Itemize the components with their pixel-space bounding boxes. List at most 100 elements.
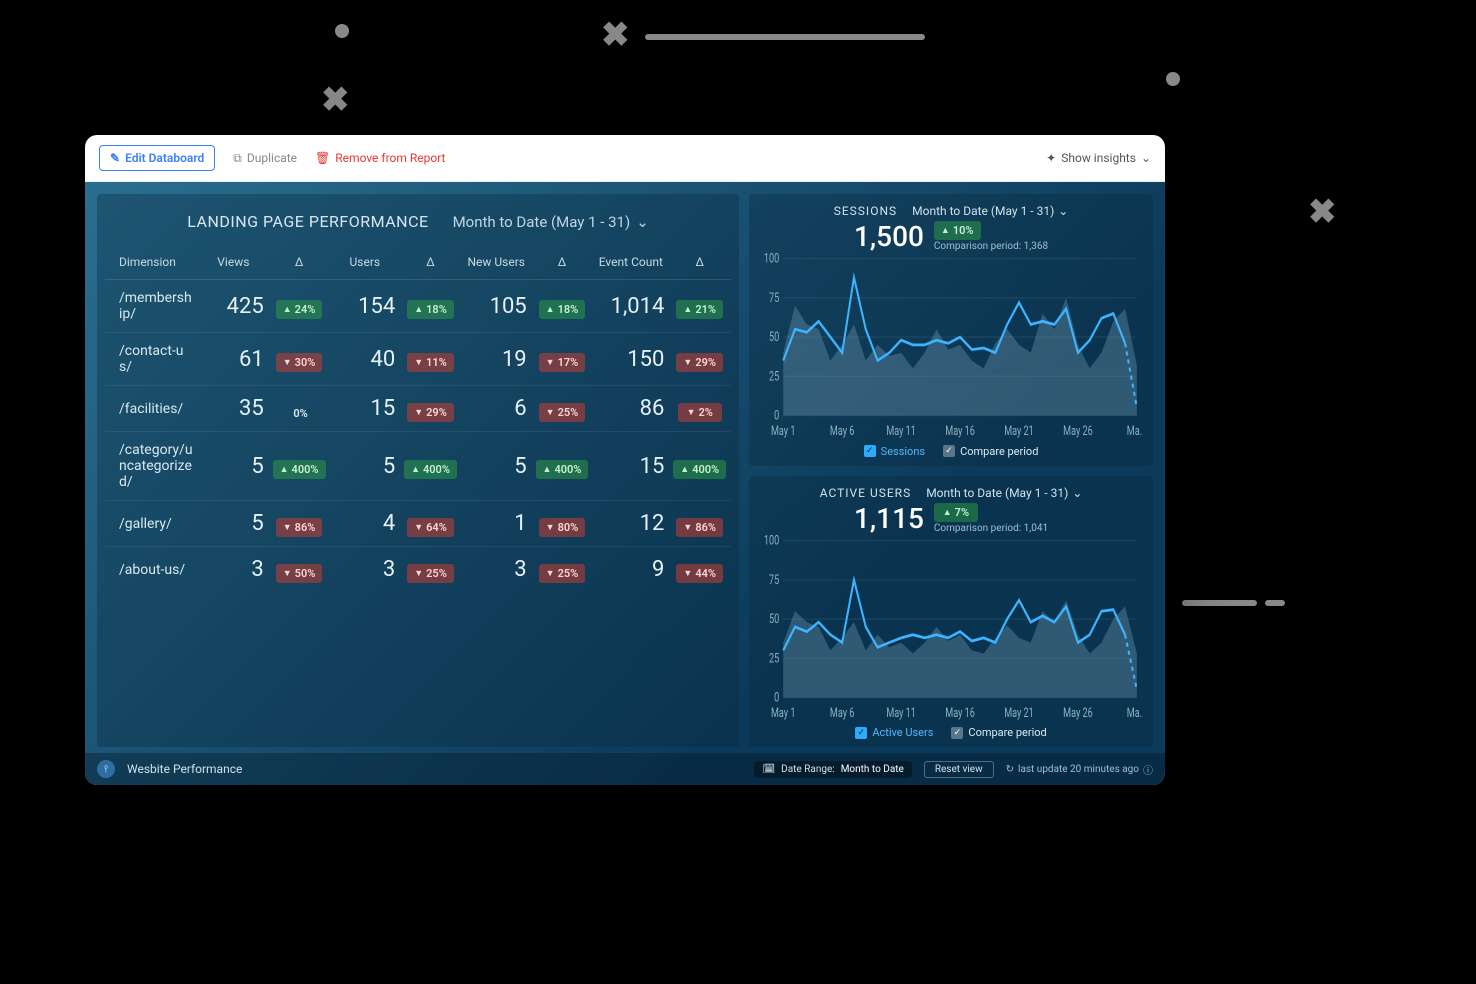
table-row: /contact-us/61▼30%40▼11%19▼17%150▼29% [105, 333, 731, 386]
delta-badge: ▼86% [276, 518, 323, 537]
checkbox-checked-icon: ✓ [864, 445, 876, 457]
cell-events-delta: ▼86% [668, 501, 731, 547]
table-date-range-selector[interactable]: Month to Date (May 1 - 31) ⌄ [453, 213, 649, 231]
table-row: /category/uncategorized/5▲400%5▲400%5▲40… [105, 432, 731, 501]
table-row: /membership/425▲24%154▲18%105▲18%1,014▲2… [105, 280, 731, 333]
dashboard-body: LANDING PAGE PERFORMANCE Month to Date (… [85, 182, 1165, 785]
cell-dimension: /facilities/ [105, 386, 199, 432]
delta-badge: ▲400% [273, 460, 326, 479]
sessions-legend-compare-toggle[interactable]: ✓ Compare period [943, 445, 1038, 458]
svg-text:May 21: May 21 [1004, 705, 1034, 720]
remove-from-report-button[interactable]: 🗑 Remove from Report [315, 151, 445, 165]
users-chart-title: ACTIVE USERS [820, 486, 912, 500]
delta-badge: ▼29% [676, 353, 723, 372]
footer-board-name: Wesbite Performance [127, 762, 242, 776]
users-chart-range-selector[interactable]: Month to Date (May 1 - 31) ⌄ [926, 486, 1082, 500]
th-event-count: Event Count [593, 249, 668, 280]
edit-label: Edit Databoard [125, 151, 204, 165]
th-users-delta: Δ [399, 249, 462, 280]
th-new-users: New Users [462, 249, 531, 280]
svg-text:May 16: May 16 [945, 705, 975, 720]
remove-label: Remove from Report [335, 151, 445, 165]
insights-label: Show insights [1061, 151, 1136, 165]
cell-new-users: 105 [462, 280, 531, 333]
cell-views-delta: ▲24% [268, 280, 331, 333]
landing-page-table-panel: LANDING PAGE PERFORMANCE Month to Date (… [97, 194, 739, 747]
th-dimension: Dimension [105, 249, 199, 280]
cell-views: 5 [199, 501, 268, 547]
info-icon: ⓘ [1143, 762, 1153, 777]
duplicate-label: Duplicate [247, 151, 297, 165]
svg-text:Ma...: Ma... [1127, 424, 1143, 439]
sessions-chart-title: SESSIONS [834, 204, 897, 218]
cell-views: 3 [199, 547, 268, 593]
show-insights-button[interactable]: ✦ Show insights ⌄ [1046, 151, 1151, 165]
cell-views: 35 [199, 386, 268, 432]
table-row: /gallery/5▼86%4▼64%1▼80%12▼86% [105, 501, 731, 547]
svg-text:May 11: May 11 [886, 705, 916, 720]
delta-badge: ▼30% [276, 353, 323, 372]
last-update-text: ↻ last update 20 minutes ago ⓘ [1006, 762, 1153, 777]
cell-users-delta: ▼25% [399, 547, 462, 593]
cell-new-users: 1 [462, 501, 531, 547]
dashboard-footer: ⫯ Wesbite Performance 🗓 Date Range: Mont… [85, 753, 1165, 785]
reset-view-button[interactable]: Reset view [924, 761, 994, 778]
edit-icon: ✎ [110, 151, 120, 165]
delta-badge: ▼17% [539, 353, 586, 372]
cell-dimension: /about-us/ [105, 547, 199, 593]
users-legend-primary-toggle[interactable]: ✓ Active Users [855, 726, 933, 739]
svg-text:May 1: May 1 [771, 705, 795, 720]
cell-users-delta: ▲18% [399, 280, 462, 333]
cell-event-count: 12 [593, 501, 668, 547]
svg-text:0: 0 [774, 408, 779, 423]
cell-dimension: /gallery/ [105, 501, 199, 547]
checkbox-checked-icon: ✓ [943, 445, 955, 457]
svg-text:May 26: May 26 [1063, 424, 1093, 439]
edit-databoard-button[interactable]: ✎ Edit Databoard [99, 145, 215, 171]
table-title: LANDING PAGE PERFORMANCE [187, 212, 428, 231]
delta-badge: ▲400% [536, 460, 589, 479]
cell-new-users: 3 [462, 547, 531, 593]
svg-text:0: 0 [774, 690, 779, 705]
cell-dimension: /membership/ [105, 280, 199, 333]
cell-views: 61 [199, 333, 268, 386]
checkbox-checked-icon: ✓ [855, 727, 867, 739]
chevron-down-icon: ⌄ [636, 213, 649, 231]
cell-new-users-delta: ▲400% [531, 432, 594, 501]
svg-text:75: 75 [769, 291, 779, 306]
cell-events-delta: ▼44% [668, 547, 731, 593]
table-row: /about-us/3▼50%3▼25%3▼25%9▼44% [105, 547, 731, 593]
copy-icon: ⧉ [233, 151, 242, 166]
users-legend-compare-toggle[interactable]: ✓ Compare period [951, 726, 1046, 739]
table-row: /facilities/350%15▼29%6▼25%86▼2% [105, 386, 731, 432]
users-value: 1,115 [854, 502, 924, 535]
delta-badge: ▲400% [404, 460, 457, 479]
th-views-delta: Δ [268, 249, 331, 280]
delta-badge: ▼29% [407, 403, 454, 422]
cell-views: 5 [199, 432, 268, 501]
th-new-users-delta: Δ [531, 249, 594, 280]
footer-date-range-selector[interactable]: 🗓 Date Range: Month to Date [754, 761, 911, 778]
th-users: Users [330, 249, 399, 280]
sessions-legend-primary-toggle[interactable]: ✓ Sessions [864, 445, 925, 458]
cell-new-users: 19 [462, 333, 531, 386]
svg-text:50: 50 [769, 330, 779, 345]
cell-new-users-delta: ▲18% [531, 280, 594, 333]
cell-new-users-delta: ▼25% [531, 386, 594, 432]
svg-text:May 1: May 1 [771, 424, 795, 439]
delta-badge: ▼25% [407, 564, 454, 583]
sessions-chart-panel: SESSIONS Month to Date (May 1 - 31) ⌄ 1,… [749, 194, 1153, 466]
th-event-delta: Δ [668, 249, 731, 280]
delta-badge: ▼2% [678, 403, 722, 422]
cell-events-delta: ▼2% [668, 386, 731, 432]
svg-text:100: 100 [764, 535, 779, 548]
delta-badge: ▲24% [276, 300, 323, 319]
delta-badge: ▼44% [676, 564, 723, 583]
charts-column: SESSIONS Month to Date (May 1 - 31) ⌄ 1,… [749, 194, 1153, 747]
sessions-chart-range-selector[interactable]: Month to Date (May 1 - 31) ⌄ [912, 204, 1068, 218]
toolbar: ✎ Edit Databoard ⧉ Duplicate 🗑 Remove fr… [85, 135, 1165, 182]
delta-badge: ▼86% [676, 518, 723, 537]
delta-badge: 0% [277, 404, 321, 423]
chevron-down-icon: ⌄ [1072, 486, 1082, 500]
duplicate-button[interactable]: ⧉ Duplicate [233, 151, 297, 166]
